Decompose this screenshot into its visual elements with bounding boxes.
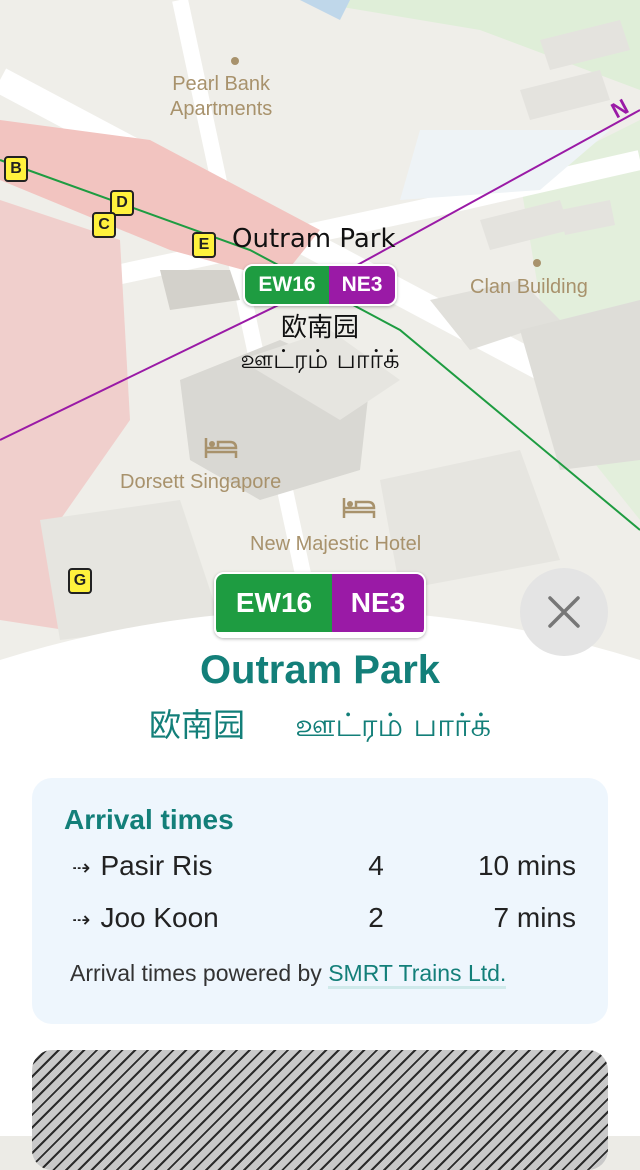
powered-by-text: Arrival times powered by SMRT Trains Ltd…	[70, 960, 507, 989]
poi-clan-building[interactable]: Clan Building	[470, 275, 588, 300]
map-tamil-name: ஊட்ரம் பார்க்	[240, 345, 400, 375]
direction-arrow-icon: ⇢	[72, 908, 91, 933]
station-code-badge: EW16 NE3	[214, 572, 426, 638]
station-title: Outram Park	[199, 648, 441, 692]
map-chinese-name: 欧南园	[280, 313, 359, 343]
ew-code: EW16	[216, 574, 332, 632]
direction-arrow-icon: ⇢	[72, 856, 91, 881]
station-photo[interactable]	[32, 1050, 608, 1170]
map-station-native-names: 欧南园 ஊட்ரம் பார்க்	[200, 312, 440, 376]
close-button[interactable]	[520, 568, 608, 656]
poi-new-majestic-hotel[interactable]: New Majestic Hotel	[250, 532, 421, 557]
tamil-name: ஊட்ரம் பார்க்	[295, 706, 492, 744]
hotel-icon	[204, 438, 238, 458]
powered-by-prefix: Arrival times powered by	[70, 960, 322, 986]
arrival-times-heading: Arrival times	[64, 804, 234, 835]
platform-number: 2	[368, 902, 384, 933]
destination-label: Joo Koon	[100, 902, 219, 933]
map-station-label[interactable]: Outram Park	[232, 224, 396, 254]
close-icon	[548, 596, 580, 628]
arrival-row: ⇢ Joo Koon 2 7 mins	[72, 902, 576, 942]
poi-pearl-bank[interactable]: Pearl Bank Apartments	[170, 72, 272, 122]
arrival-time: 10 mins	[477, 850, 576, 881]
arrival-destination: ⇢ Joo Koon	[72, 902, 219, 934]
station-detail-sheet: EW16 NE3 Outram Park 欧南园 ஊட்ரம் பார்க் A…	[0, 568, 640, 1170]
ne-code: NE3	[332, 574, 424, 632]
ne-code: NE3	[329, 266, 395, 304]
exit-b-marker[interactable]: B	[4, 156, 28, 182]
exit-c-marker[interactable]: C	[92, 212, 116, 238]
exit-g-marker[interactable]: G	[68, 568, 92, 594]
arrival-times-card: Arrival times ⇢ Pasir Ris 4 10 mins ⇢ Joo …	[32, 778, 608, 1024]
poi-dorsett-singapore[interactable]: Dorsett Singapore	[120, 470, 281, 495]
destination-label: Pasir Ris	[100, 850, 213, 881]
map-station-code-badge[interactable]: EW16 NE3	[243, 264, 397, 306]
arrival-time: 7 mins	[493, 902, 576, 933]
platform-number: 4	[368, 850, 384, 881]
chinese-name: 欧南园	[148, 706, 245, 744]
hotel-icon	[342, 498, 376, 518]
exit-e-marker[interactable]: E	[192, 232, 216, 258]
smrt-trains-link[interactable]: SMRT Trains Ltd.	[328, 960, 507, 989]
arrival-row: ⇢ Pasir Ris 4 10 mins	[72, 850, 576, 890]
arrival-destination: ⇢ Pasir Ris	[72, 850, 212, 882]
ew-code: EW16	[245, 266, 329, 304]
station-native-names: 欧南园 ஊட்ரம் பார்க்	[0, 700, 640, 748]
